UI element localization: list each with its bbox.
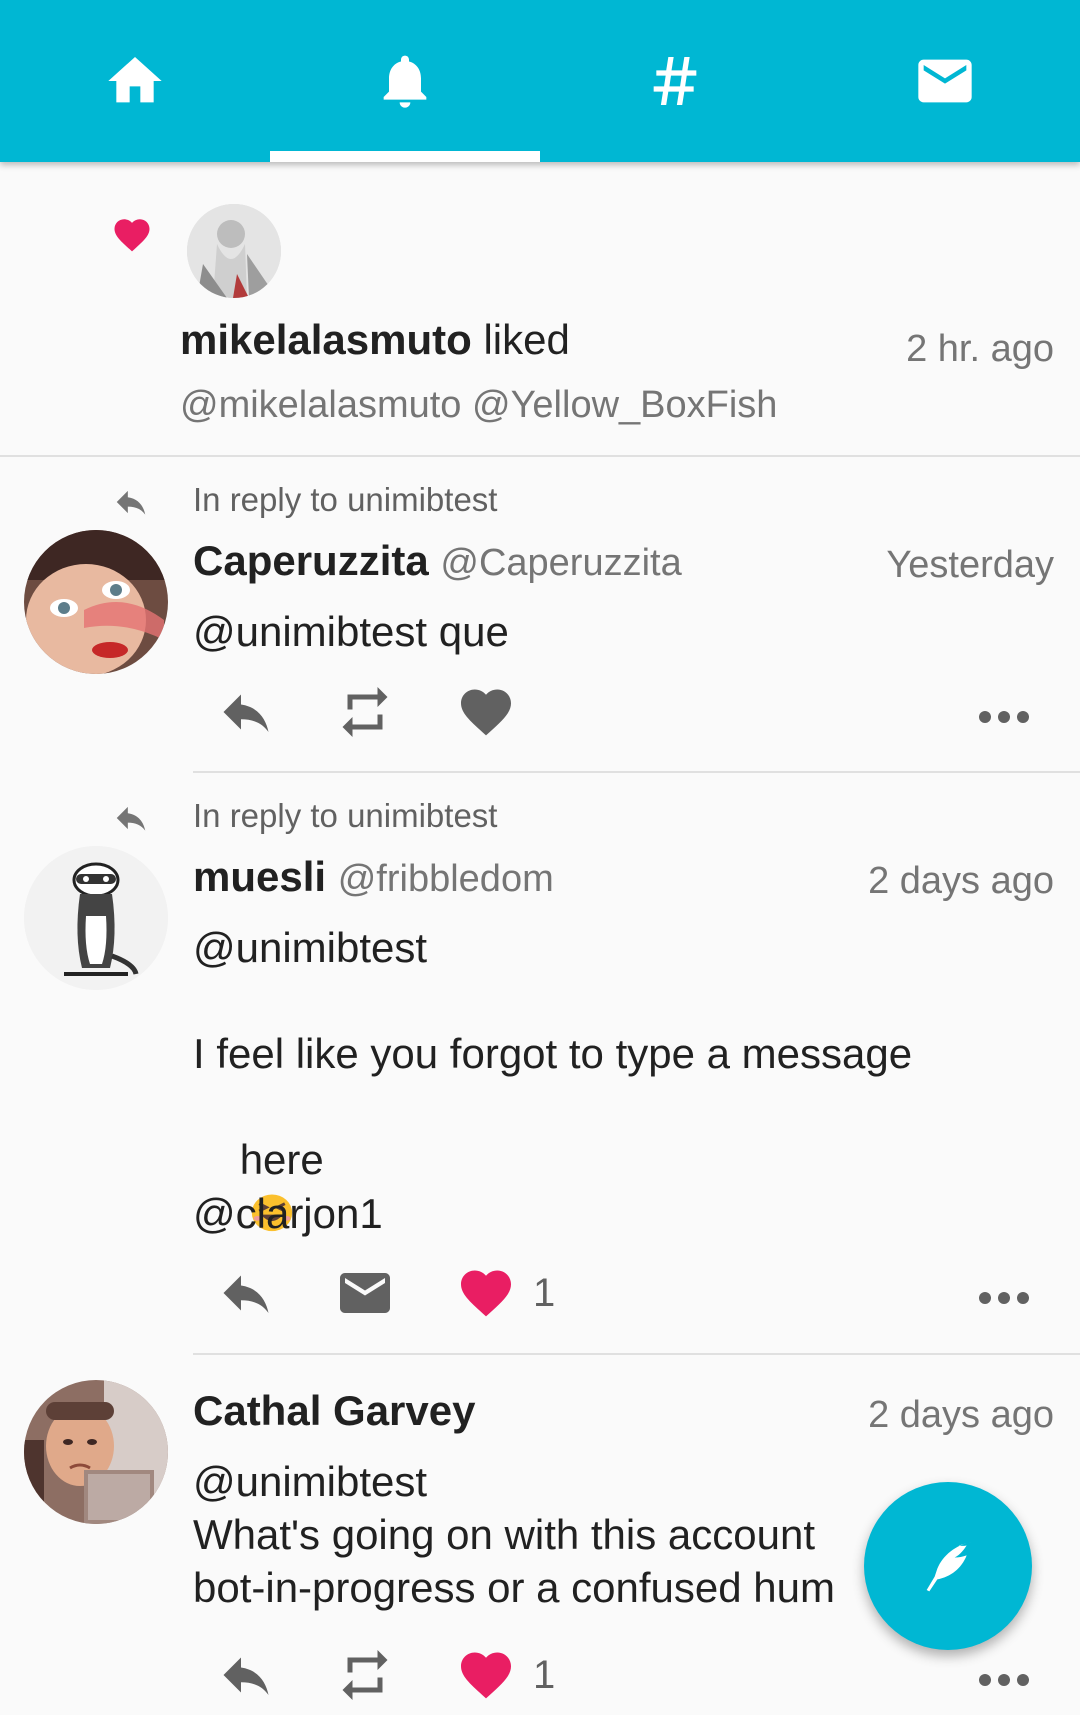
post-header: Cathal Garvey <box>193 1387 475 1435</box>
post-header: muesli @fribbledom <box>193 853 554 901</box>
post-text-line: @unimibtest <box>193 924 428 971</box>
home-icon <box>108 57 162 103</box>
avatar[interactable] <box>187 204 281 298</box>
post-actions: 1 <box>0 1263 1080 1333</box>
heart-icon <box>461 689 511 736</box>
reply-icon <box>116 806 146 831</box>
post-header: Caperuzzita @Caperuzzita <box>193 537 682 585</box>
reply-context: In reply to unimibtest <box>0 477 1080 527</box>
notification-action: liked <box>471 316 570 363</box>
retweet-button[interactable] <box>332 1645 398 1705</box>
post-text-line: I feel like you forgot to type a message <box>193 1030 913 1077</box>
display-name[interactable]: muesli <box>193 853 326 900</box>
avatar[interactable] <box>24 1380 168 1524</box>
retweet-icon <box>342 687 388 737</box>
avatar-image <box>187 204 281 298</box>
like-button[interactable]: 1 <box>453 1263 555 1323</box>
post-actions: 1 <box>0 1645 1080 1715</box>
timestamp: 2 days ago <box>868 1394 1054 1436</box>
reply-button[interactable] <box>213 1645 279 1705</box>
reply-icon <box>223 694 269 732</box>
reply-context: In reply to unimibtest <box>0 793 1080 843</box>
avatar[interactable] <box>24 530 168 674</box>
notification-user[interactable]: mikelalasmuto <box>180 316 472 363</box>
tab-hashtags[interactable] <box>540 0 810 162</box>
retweet-button[interactable] <box>332 682 398 742</box>
more-options-button[interactable] <box>978 710 1030 724</box>
post-text-line: here <box>193 1080 324 1292</box>
heart-icon <box>114 219 150 252</box>
tab-notifications[interactable] <box>270 0 540 162</box>
timestamp: 2 hr. ago <box>906 328 1054 370</box>
compose-button[interactable] <box>864 1482 1032 1650</box>
heart-icon <box>461 1652 511 1699</box>
display-name[interactable]: Caperuzzita <box>193 537 429 584</box>
direct-message-button[interactable] <box>332 1263 398 1323</box>
more-horizontal-icon <box>979 1292 1029 1304</box>
tab-home[interactable] <box>0 0 270 162</box>
display-name[interactable]: Cathal Garvey <box>193 1387 475 1434</box>
user-handle[interactable]: @Caperuzzita <box>440 542 681 584</box>
post-item[interactable]: In reply to unimibtest muesli @fribbledo… <box>0 773 1080 1353</box>
top-navigation-bar <box>0 0 1080 162</box>
reply-icon <box>223 1275 269 1313</box>
more-options-button[interactable] <box>978 1673 1030 1687</box>
quill-compose-icon <box>926 1542 972 1592</box>
reply-to-label: In reply to unimibtest <box>193 797 498 834</box>
reply-icon <box>223 1657 269 1695</box>
retweet-icon <box>342 1650 388 1700</box>
mail-icon <box>918 59 972 103</box>
post-item[interactable]: In reply to unimibtest Caperuzzita @Cape… <box>0 457 1080 772</box>
hashtag-icon <box>653 57 697 105</box>
like-count: 1 <box>533 1270 556 1315</box>
notification-content: @mikelalasmuto @Yellow_BoxFish <box>180 384 778 426</box>
post-text-fragment: here <box>239 1136 324 1183</box>
bell-icon <box>383 55 427 108</box>
avatar-image <box>24 1380 168 1524</box>
active-tab-indicator <box>270 151 540 162</box>
tab-messages[interactable] <box>810 0 1080 162</box>
post-text-line: @clarjon1 <box>193 1190 383 1237</box>
timestamp: 2 days ago <box>868 860 1054 902</box>
reply-icon <box>116 490 146 515</box>
post-text: @unimibtest que <box>193 608 509 655</box>
avatar-image <box>24 846 168 990</box>
like-button[interactable]: 1 <box>453 1645 555 1705</box>
like-button[interactable] <box>453 682 519 742</box>
reply-to-label: In reply to unimibtest <box>193 481 498 518</box>
avatar[interactable] <box>24 846 168 990</box>
more-options-button[interactable] <box>978 1291 1030 1305</box>
reply-button[interactable] <box>213 682 279 742</box>
like-count: 1 <box>533 1652 556 1697</box>
user-handle[interactable]: @fribbledom <box>338 858 554 900</box>
timestamp: Yesterday <box>886 544 1054 586</box>
mail-icon <box>340 1273 390 1313</box>
more-horizontal-icon <box>979 1674 1029 1686</box>
reply-button[interactable] <box>213 1263 279 1323</box>
post-actions <box>0 682 1080 752</box>
more-horizontal-icon <box>979 711 1029 723</box>
avatar-image <box>24 530 168 674</box>
notification-item[interactable]: mikelalasmuto liked 2 hr. ago @mikelalas… <box>0 162 1080 456</box>
notification-title: mikelalasmuto liked <box>180 316 570 364</box>
heart-icon <box>461 1270 511 1317</box>
